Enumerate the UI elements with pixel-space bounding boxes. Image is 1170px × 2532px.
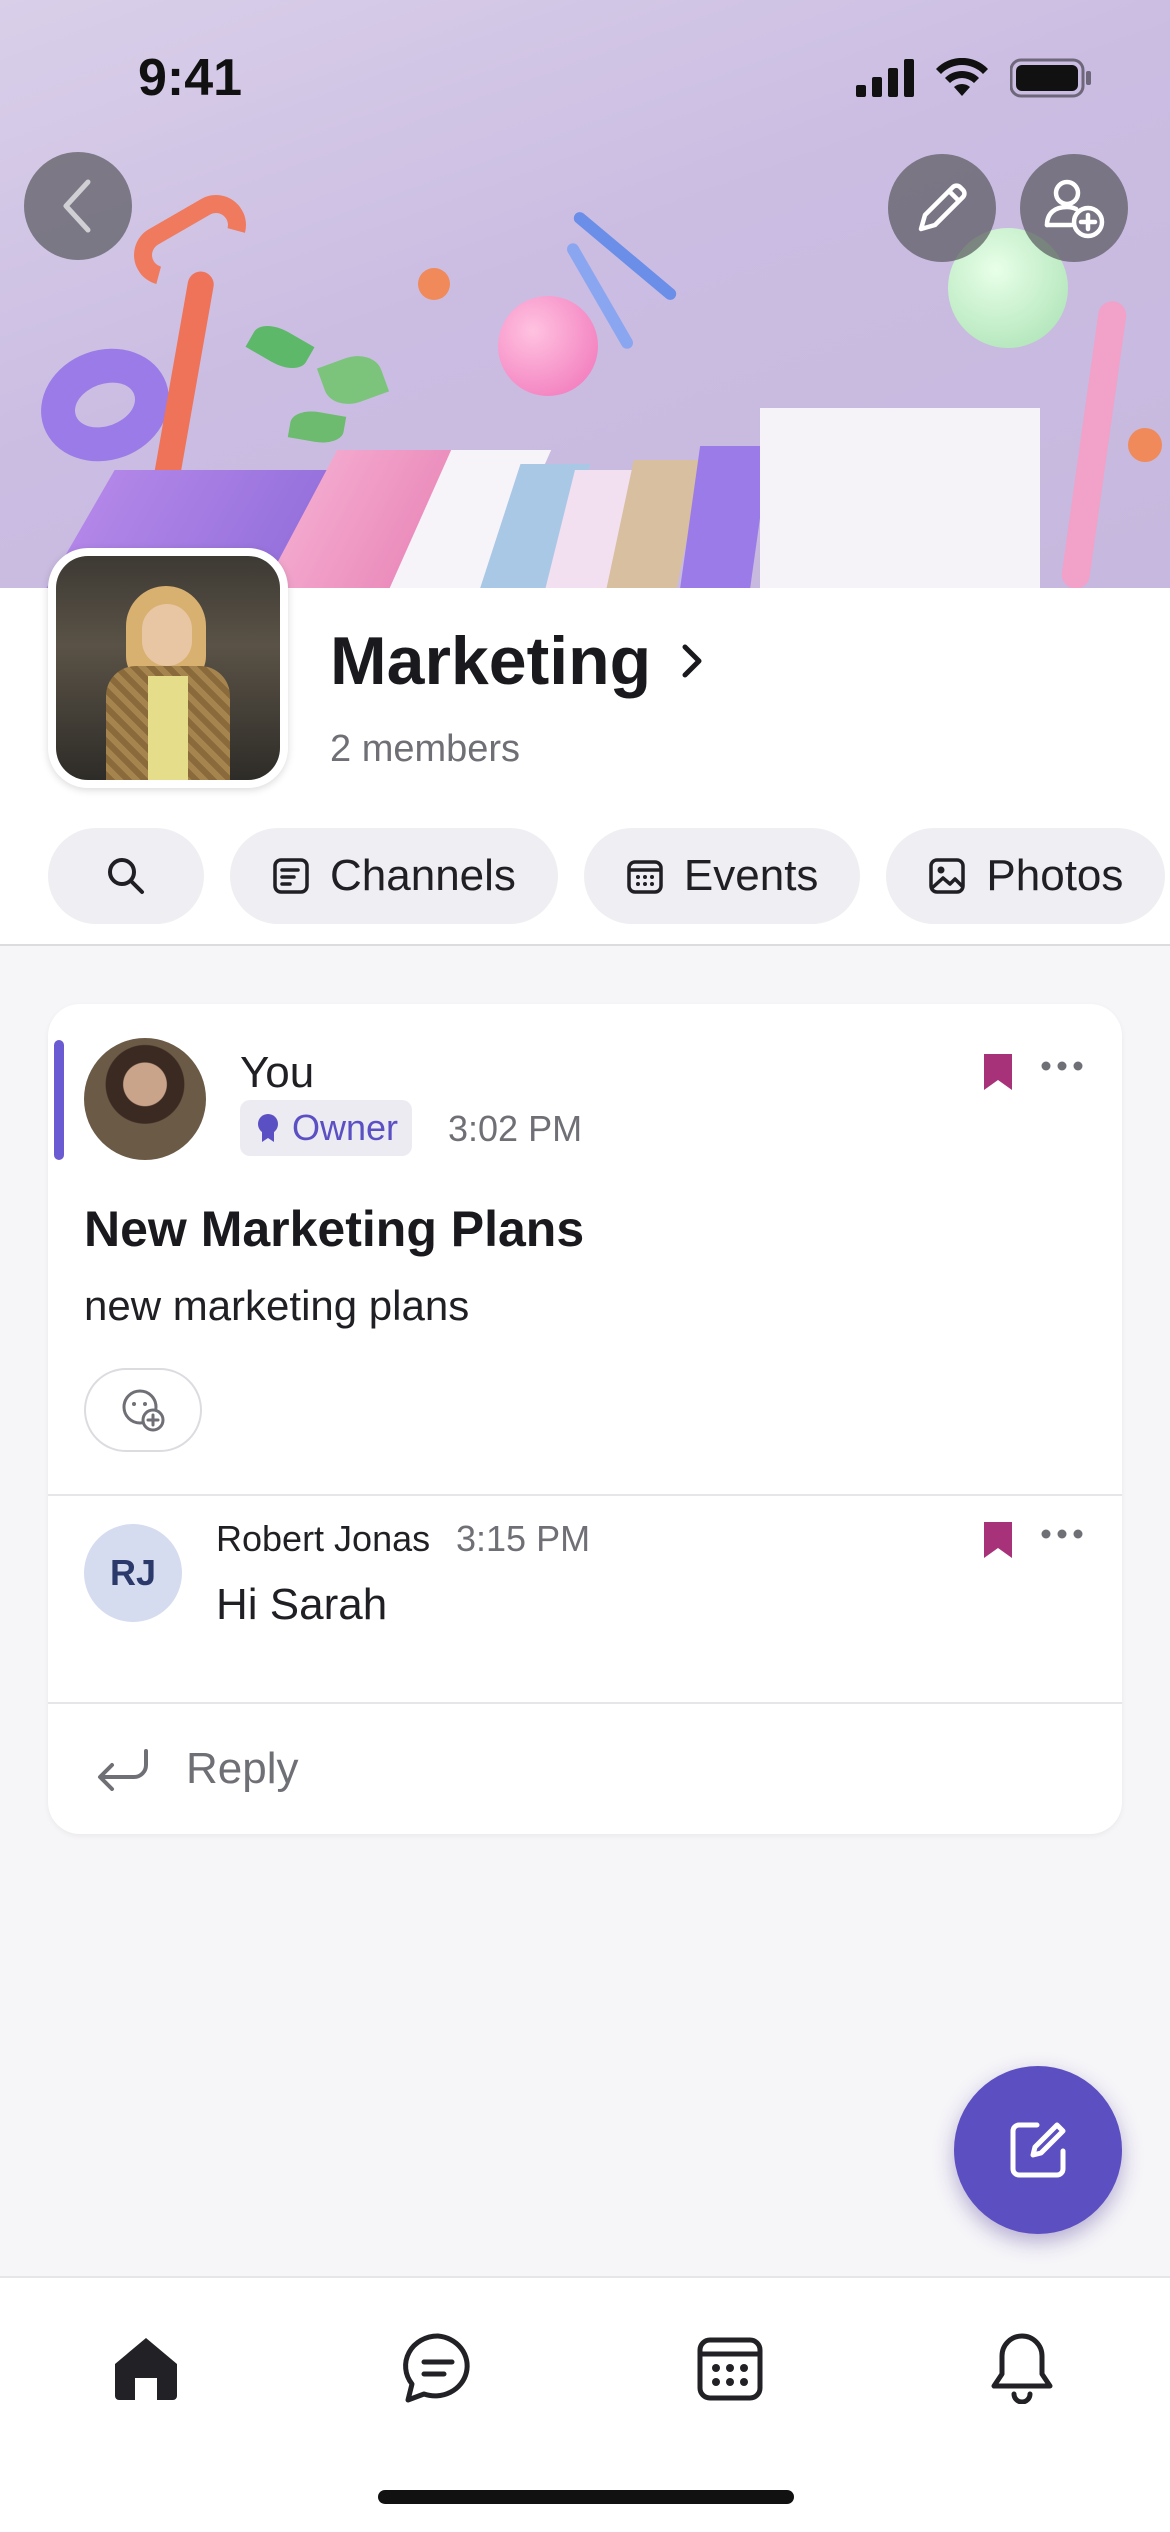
bell-icon [991,2333,1053,2404]
more-options-icon[interactable] [1040,1060,1084,1072]
group-shortcuts: Channels Events Photos [48,828,1166,924]
bookmark-icon[interactable] [982,1052,1014,1092]
post-author: You [240,1048,315,1097]
member-count[interactable]: 2 members [330,728,520,771]
battery-icon [1010,58,1091,98]
reply-text: Hi Sarah [216,1580,388,1629]
pencil-icon [918,183,967,232]
decor-ball-orange [418,268,450,300]
group-avatar[interactable] [48,548,288,788]
events-chip[interactable]: Events [583,828,861,924]
decor-book-8 [760,408,1040,588]
decor-ribbon-pink [1059,299,1129,588]
reply-arrow-icon [98,1749,148,1791]
search-icon [108,858,144,894]
chat-icon [403,2333,470,2403]
reply-author: Robert Jonas [216,1518,431,1559]
photos-chip-label: Photos [986,851,1124,900]
reply-timestamp: 3:15 PM [456,1518,591,1559]
group-name: Marketing [330,623,652,699]
post-body: new marketing plans [84,1282,470,1329]
post-title: New Marketing Plans [84,1201,585,1257]
add-person-icon [1044,179,1105,239]
calendar-icon [627,860,663,894]
tab-chats[interactable] [388,2318,488,2418]
status-icons [856,56,1092,100]
tab-home[interactable] [96,2318,196,2418]
chevron-right-icon [682,644,702,678]
reply-button[interactable]: Reply [48,1704,1122,1834]
more-options-icon[interactable] [1040,1528,1084,1540]
photos-chip[interactable]: Photos [886,828,1166,924]
owner-badge: Owner [240,1100,413,1156]
calendar-icon [697,2337,763,2401]
add-member-button[interactable] [1020,154,1128,262]
decor-ball-orange-right [1128,428,1162,462]
post-card[interactable]: You Owner 3:02 PM New Marketing Plans ne… [48,1004,1122,1834]
reply-label: Reply [186,1744,299,1793]
wifi-icon [936,58,988,96]
decor-leaf-3 [287,407,347,447]
channels-chip[interactable]: Channels [230,828,558,924]
tab-notifications[interactable] [972,2318,1072,2418]
edit-group-button[interactable] [888,154,996,262]
group-title-row[interactable]: Marketing [330,622,705,700]
post-separator [48,1494,1122,1496]
image-icon [929,858,966,894]
avatar[interactable] [84,1038,206,1160]
post-timestamp: 3:02 PM [448,1108,583,1149]
tab-calendar[interactable] [680,2318,780,2418]
header-divider [0,944,1170,946]
decor-leaf-2 [316,348,390,412]
search-chip[interactable] [48,828,204,924]
ribbon-icon [258,1114,278,1142]
owner-badge-label: Owner [292,1107,399,1148]
reply-avatar[interactable]: RJ [84,1524,182,1622]
channels-chip-label: Channels [330,851,516,900]
chevron-left-icon [63,179,91,233]
bookmark-icon[interactable] [982,1520,1014,1560]
channels-icon [273,858,309,894]
compose-icon [1010,2122,1066,2178]
add-reaction-button[interactable] [84,1368,202,1452]
status-bar: 9:41 [0,0,1170,150]
status-time: 9:41 [138,49,243,107]
unread-accent-bar [54,1040,64,1160]
add-reaction-icon [122,1389,165,1432]
home-icon [115,2338,177,2400]
group-avatar-photo [56,556,280,780]
back-button[interactable] [24,152,132,260]
group-cover-banner: 9:41 [0,0,1170,588]
decor-ball-pink [498,296,598,396]
compose-button[interactable] [954,2066,1122,2234]
cellular-signal-icon [856,59,914,97]
decor-leaf [245,317,315,377]
home-indicator [378,2490,794,2504]
decor-sticks-blue [571,209,679,303]
events-chip-label: Events [683,851,819,900]
